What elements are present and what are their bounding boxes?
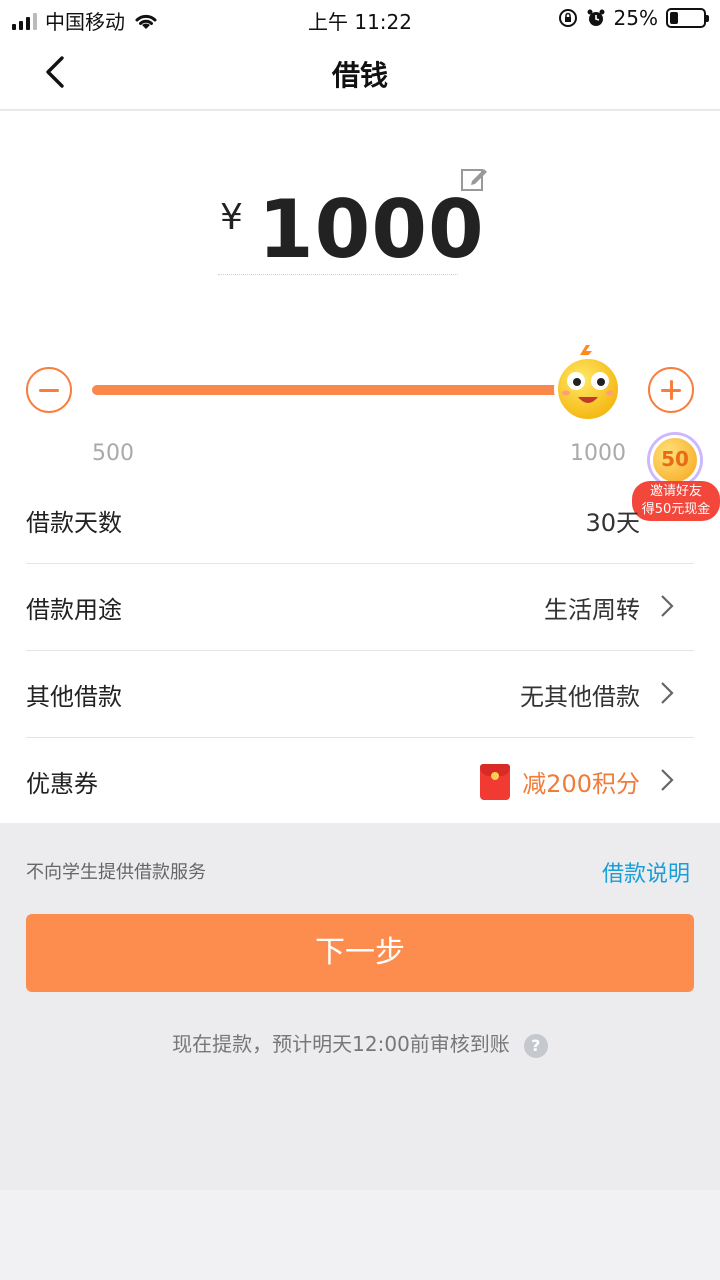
- student-notice: 不向学生提供借款服务: [26, 862, 206, 883]
- slider-min-label: 500: [92, 441, 134, 466]
- loan-term-label: 借款天数: [26, 509, 122, 537]
- loan-explanation-link[interactable]: 借款说明: [602, 856, 690, 888]
- coupon-row[interactable]: 优惠券 减200积分: [26, 738, 694, 825]
- coupon-label: 优惠券: [26, 770, 98, 798]
- mascot-slider-thumb[interactable]: [546, 339, 630, 423]
- coupon-value: 减200积分: [522, 770, 640, 798]
- amount-display[interactable]: ¥ 1000: [218, 183, 484, 276]
- red-packet-icon: [480, 764, 510, 800]
- battery-icon: [666, 8, 709, 28]
- other-loans-value: 无其他借款: [520, 683, 640, 711]
- loan-purpose-value: 生活周转: [544, 596, 640, 624]
- other-loans-label: 其他借款: [26, 683, 122, 711]
- lock-rotation-icon: [558, 9, 577, 27]
- loan-form: ¥ 1000 500 1000 50 邀请好友 得50元现金 借款天数 30天 …: [0, 111, 720, 823]
- increase-button[interactable]: [648, 367, 694, 413]
- footer-area: [0, 1190, 720, 1280]
- chevron-right-icon: [661, 595, 674, 617]
- chevron-right-icon: [661, 682, 674, 704]
- other-loans-row[interactable]: 其他借款 无其他借款: [26, 651, 694, 738]
- arrival-text: 现在提款，预计明天12:00前审核到账: [172, 1032, 510, 1056]
- loan-purpose-label: 借款用途: [26, 596, 122, 624]
- amount-value: 1000: [258, 183, 485, 276]
- status-right: 25%: [558, 6, 709, 30]
- loan-term-row: 借款天数 30天: [26, 477, 694, 564]
- page-title: 借钱: [331, 59, 388, 92]
- decrease-button[interactable]: [26, 367, 72, 413]
- status-bar: 中国移动 上午 11:22 25%: [0, 0, 720, 36]
- amount-slider[interactable]: [92, 385, 592, 395]
- chevron-right-icon: [661, 769, 674, 791]
- battery-percent: 25%: [613, 6, 658, 30]
- next-step-button[interactable]: 下一步: [26, 914, 694, 992]
- help-icon[interactable]: ?: [523, 1033, 548, 1058]
- edit-icon[interactable]: [460, 165, 488, 193]
- slider-max-label: 1000: [570, 441, 626, 466]
- currency-symbol: ¥: [220, 197, 243, 238]
- loan-term-value: 30天: [585, 509, 640, 537]
- arrival-info: 现在提款，预计明天12:00前审核到账?: [0, 1028, 720, 1058]
- loan-purpose-row[interactable]: 借款用途 生活周转: [26, 564, 694, 651]
- slider-fill: [92, 385, 592, 395]
- nav-bar: 借钱: [0, 36, 720, 110]
- bottom-panel: 不向学生提供借款服务 借款说明 下一步 现在提款，预计明天12:00前审核到账?: [0, 824, 720, 1190]
- alarm-icon: [587, 9, 605, 26]
